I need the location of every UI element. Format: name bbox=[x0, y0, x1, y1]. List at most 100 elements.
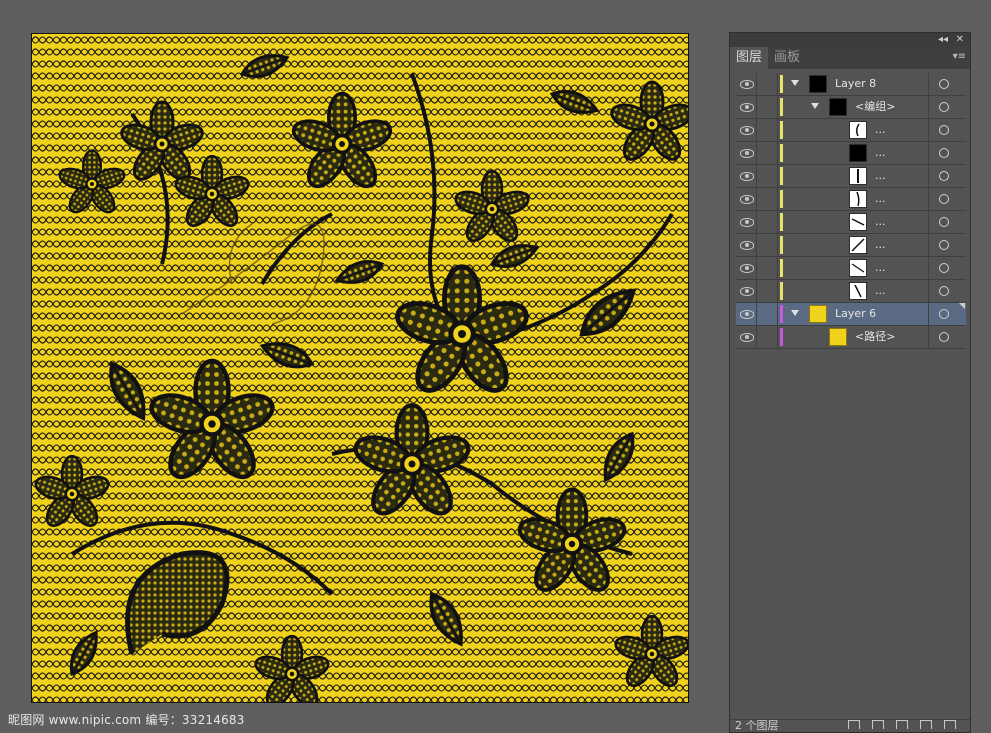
layer-color-bar bbox=[780, 190, 783, 208]
layer-row[interactable]: ... bbox=[736, 234, 966, 257]
layer-count: 2 个图层 bbox=[735, 719, 779, 732]
lock-toggle[interactable] bbox=[757, 96, 778, 118]
panel-footer: 2 个图层 bbox=[730, 719, 970, 732]
target-circle-icon[interactable] bbox=[939, 148, 949, 158]
layer-row[interactable]: ... bbox=[736, 211, 966, 234]
layer-color-bar bbox=[780, 328, 783, 346]
eye-icon bbox=[740, 80, 754, 89]
visibility-toggle[interactable] bbox=[736, 142, 757, 164]
make-clipping-mask-icon[interactable] bbox=[872, 720, 884, 729]
lock-toggle[interactable] bbox=[757, 142, 778, 164]
expand-triangle-icon[interactable] bbox=[791, 80, 799, 86]
layer-thumbnail bbox=[849, 236, 867, 254]
new-layer-icon[interactable] bbox=[920, 720, 932, 729]
panel-menu-icon[interactable]: ▾≡ bbox=[953, 51, 966, 62]
eye-icon bbox=[740, 218, 754, 227]
column-divider bbox=[928, 257, 929, 279]
new-sublayer-icon[interactable] bbox=[896, 720, 908, 729]
eye-icon bbox=[740, 103, 754, 112]
lock-toggle[interactable] bbox=[757, 211, 778, 233]
visibility-toggle[interactable] bbox=[736, 96, 757, 118]
visibility-toggle[interactable] bbox=[736, 234, 757, 256]
layer-row[interactable]: Layer 6 bbox=[736, 303, 966, 326]
layer-thumbnail bbox=[809, 305, 827, 323]
layer-thumbnail bbox=[809, 75, 827, 93]
lock-toggle[interactable] bbox=[757, 326, 778, 348]
target-circle-icon[interactable] bbox=[939, 263, 949, 273]
collapse-panel-icon[interactable]: ◂◂ bbox=[938, 33, 948, 47]
layer-name[interactable]: Layer 6 bbox=[835, 303, 876, 325]
layers-panel: ◂◂ ✕ 图层 画板 ▾≡ Layer 8 <编组>...............… bbox=[729, 32, 971, 733]
visibility-toggle[interactable] bbox=[736, 73, 757, 95]
target-circle-icon[interactable] bbox=[939, 171, 949, 181]
lock-toggle[interactable] bbox=[757, 257, 778, 279]
lock-toggle[interactable] bbox=[757, 234, 778, 256]
layer-row[interactable]: ... bbox=[736, 280, 966, 303]
lock-toggle[interactable] bbox=[757, 280, 778, 302]
target-circle-icon[interactable] bbox=[939, 79, 949, 89]
layer-row[interactable]: ... bbox=[736, 165, 966, 188]
layer-name[interactable]: ... bbox=[875, 188, 886, 210]
layer-name[interactable]: ... bbox=[875, 211, 886, 233]
layer-row[interactable]: ... bbox=[736, 142, 966, 165]
layer-thumbnail bbox=[849, 190, 867, 208]
visibility-toggle[interactable] bbox=[736, 257, 757, 279]
tab-artboards[interactable]: 画板 bbox=[768, 47, 806, 69]
lock-toggle[interactable] bbox=[757, 303, 778, 325]
visibility-toggle[interactable] bbox=[736, 119, 757, 141]
locate-object-icon[interactable] bbox=[848, 720, 860, 729]
visibility-toggle[interactable] bbox=[736, 165, 757, 187]
target-circle-icon[interactable] bbox=[939, 332, 949, 342]
expand-triangle-icon[interactable] bbox=[811, 103, 819, 109]
visibility-toggle[interactable] bbox=[736, 188, 757, 210]
column-divider bbox=[928, 326, 929, 348]
layer-name[interactable]: ... bbox=[875, 119, 886, 141]
layer-name[interactable]: ... bbox=[875, 142, 886, 164]
lock-toggle[interactable] bbox=[757, 188, 778, 210]
layer-thumbnail bbox=[829, 98, 847, 116]
lock-toggle[interactable] bbox=[757, 119, 778, 141]
layer-row[interactable]: Layer 8 bbox=[736, 73, 966, 96]
layer-row[interactable]: ... bbox=[736, 119, 966, 142]
eye-icon bbox=[740, 310, 754, 319]
lace-pattern bbox=[32, 34, 688, 702]
watermark-text: 昵图网 www.nipic.com 编号：33214683 bbox=[8, 713, 245, 727]
target-circle-icon[interactable] bbox=[939, 102, 949, 112]
layers-list: Layer 8 <编组>........................ Layer… bbox=[736, 73, 966, 349]
visibility-toggle[interactable] bbox=[736, 211, 757, 233]
eye-icon bbox=[740, 149, 754, 158]
layer-name[interactable]: <路径> bbox=[855, 326, 895, 348]
layer-row[interactable]: ... bbox=[736, 188, 966, 211]
layer-name[interactable]: Layer 8 bbox=[835, 73, 876, 95]
layer-row[interactable]: <编组> bbox=[736, 96, 966, 119]
layer-name[interactable]: ... bbox=[875, 280, 886, 302]
delete-layer-icon[interactable] bbox=[944, 720, 956, 729]
target-circle-icon[interactable] bbox=[939, 309, 949, 319]
layer-color-bar bbox=[780, 213, 783, 231]
layer-color-bar bbox=[780, 121, 783, 139]
layer-name[interactable]: <编组> bbox=[855, 96, 895, 118]
layer-color-bar bbox=[780, 259, 783, 277]
artboard-canvas[interactable] bbox=[31, 33, 689, 703]
layer-row[interactable]: <路径> bbox=[736, 326, 966, 349]
tab-layers[interactable]: 图层 bbox=[730, 47, 769, 69]
visibility-toggle[interactable] bbox=[736, 280, 757, 302]
visibility-toggle[interactable] bbox=[736, 326, 757, 348]
close-panel-icon[interactable]: ✕ bbox=[956, 33, 964, 47]
layer-name[interactable]: ... bbox=[875, 234, 886, 256]
column-divider bbox=[928, 303, 929, 325]
target-circle-icon[interactable] bbox=[939, 194, 949, 204]
layer-row[interactable]: ... bbox=[736, 257, 966, 280]
layer-color-bar bbox=[780, 98, 783, 116]
target-circle-icon[interactable] bbox=[939, 125, 949, 135]
target-circle-icon[interactable] bbox=[939, 240, 949, 250]
lock-toggle[interactable] bbox=[757, 165, 778, 187]
lock-toggle[interactable] bbox=[757, 73, 778, 95]
layer-name[interactable]: ... bbox=[875, 165, 886, 187]
layer-name[interactable]: ... bbox=[875, 257, 886, 279]
visibility-toggle[interactable] bbox=[736, 303, 757, 325]
column-divider bbox=[928, 142, 929, 164]
expand-triangle-icon[interactable] bbox=[791, 310, 799, 316]
target-circle-icon[interactable] bbox=[939, 217, 949, 227]
target-circle-icon[interactable] bbox=[939, 286, 949, 296]
